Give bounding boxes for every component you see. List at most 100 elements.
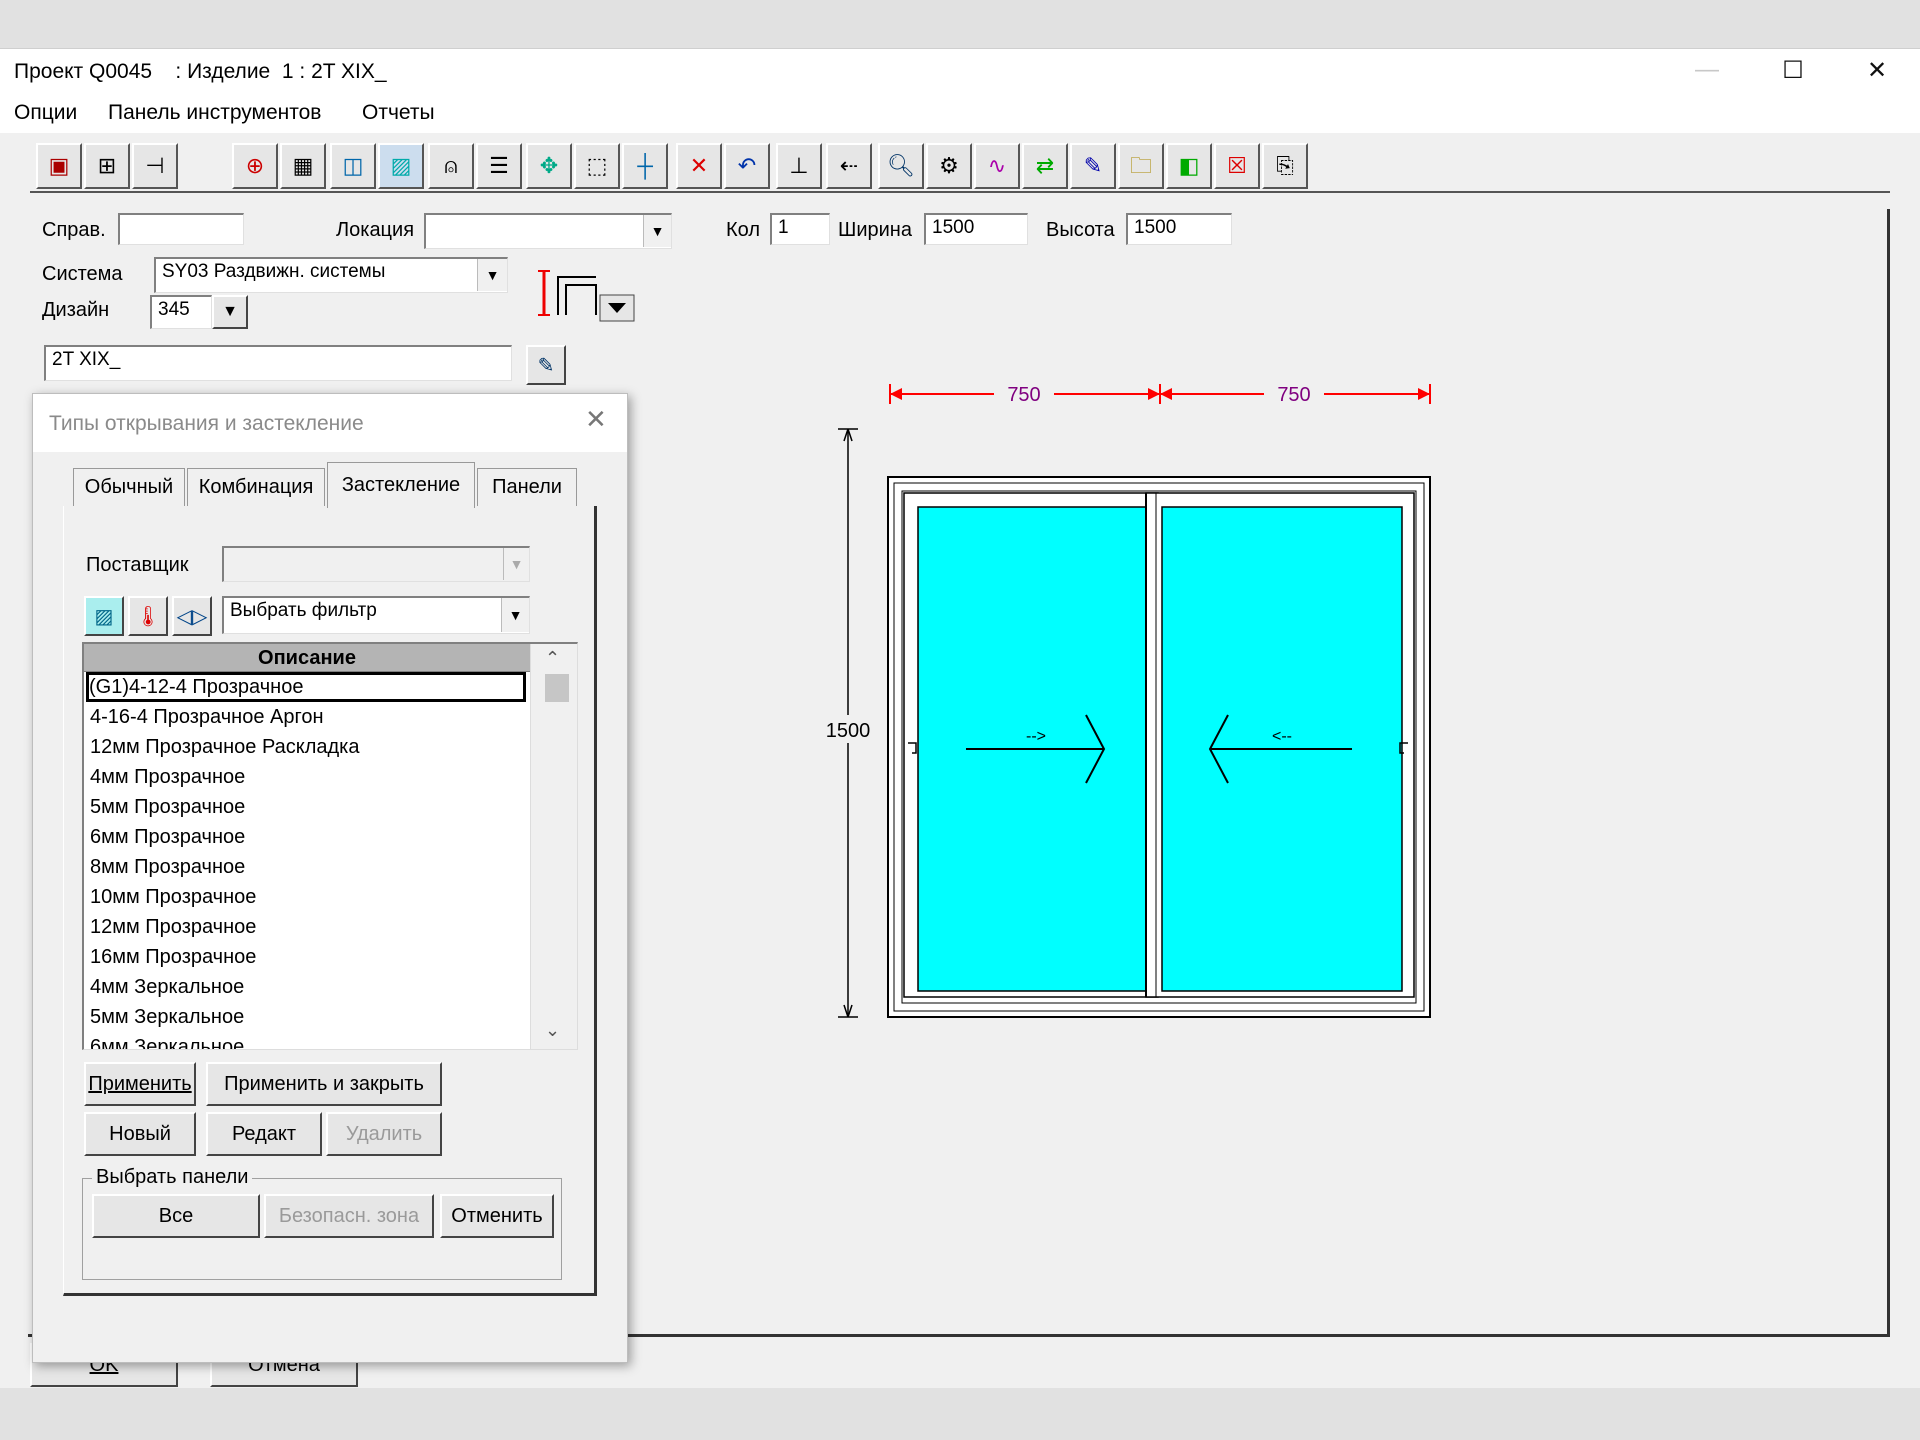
mullion-icon[interactable]: ┼ <box>622 143 668 189</box>
main-window: Проект Q0045 : Изделие 1 : 2T XIX_ — ☐ ✕… <box>0 48 1920 1388</box>
color-icon[interactable]: ∿ <box>974 143 1020 189</box>
ref-input[interactable] <box>118 213 244 245</box>
list-item[interactable]: 10мм Прозрачное <box>90 882 530 912</box>
list-item[interactable]: 5мм Зеркальное <box>90 1002 530 1032</box>
grid-icon[interactable]: ⊞ <box>84 143 130 189</box>
scrollbar-thumb[interactable] <box>545 674 569 702</box>
select-icon[interactable]: ⬚ <box>574 143 620 189</box>
list-item[interactable]: 4мм Прозрачное <box>90 762 530 792</box>
qty-input[interactable]: 1 <box>770 213 830 245</box>
chevron-down-icon[interactable]: ▼ <box>501 598 529 632</box>
close-button[interactable]: ✕ <box>1834 49 1920 91</box>
delete-button[interactable]: Удалить <box>326 1112 442 1156</box>
menu-options[interactable]: Опции <box>14 101 77 125</box>
thermal-filter-icon[interactable]: 🌡︎ <box>128 596 168 636</box>
list-item[interactable]: 4-16-4 Прозрачное Аргон <box>90 702 530 732</box>
zoom-icon[interactable]: 🔍︎ <box>878 143 924 189</box>
edit-button[interactable]: Редакт <box>206 1112 322 1156</box>
add-icon[interactable]: ⊕ <box>232 143 278 189</box>
profile-selector-icon[interactable] <box>532 263 638 323</box>
glazing-list[interactable]: Описание (G1)4-12-4 Прозрачное 4-16-4 Про… <box>82 642 578 1050</box>
width-input[interactable]: 1500 <box>924 213 1028 245</box>
sound-filter-icon[interactable]: ◁▷ <box>172 596 212 636</box>
arrow-left-sash-label: --> <box>1026 728 1046 745</box>
system-label: Система <box>42 263 123 285</box>
settings-icon[interactable]: ⚙ <box>926 143 972 189</box>
tab-glazing[interactable]: Застекление <box>327 462 475 508</box>
height-input[interactable]: 1500 <box>1126 213 1232 245</box>
swap-icon[interactable]: ⇄ <box>1022 143 1068 189</box>
dialog-title: Типы открывания и застекление <box>49 412 364 435</box>
move-icon[interactable]: ✥ <box>526 143 572 189</box>
toolbar-separator <box>30 191 1890 193</box>
safety-zone-button[interactable]: Безопасн. зона <box>264 1194 434 1238</box>
new-button[interactable]: Новый <box>84 1112 196 1156</box>
chevron-down-icon[interactable]: ▼ <box>503 548 529 580</box>
system-dropdown[interactable]: SY03 Раздвижн. системы ▼ <box>154 257 508 293</box>
sash-width-1-label: 750 <box>1007 384 1040 406</box>
list-item[interactable]: 8мм Прозрачное <box>90 852 530 882</box>
window-icon[interactable]: ▣ <box>36 143 82 189</box>
sash-width-2-label: 750 <box>1277 384 1310 406</box>
edit-name-button[interactable]: ✎ <box>526 345 566 385</box>
glass-filter-icon[interactable]: ▨ <box>84 596 124 636</box>
chevron-down-icon[interactable]: ▼ <box>477 259 507 291</box>
list-item[interactable]: 6мм Зеркальное <box>90 1032 530 1049</box>
apply-button[interactable]: Применить <box>84 1062 196 1106</box>
cancel-selection-button[interactable]: Отменить <box>440 1194 554 1238</box>
list-item[interactable]: 5мм Прозрачное <box>90 792 530 822</box>
dimension-icon[interactable]: ⇠ <box>826 143 872 189</box>
chevron-down-icon: ▼ <box>222 303 238 320</box>
pen-icon[interactable]: ✎ <box>1070 143 1116 189</box>
list-item[interactable]: 12мм Прозрачное Раскладка <box>90 732 530 762</box>
menu-reports[interactable]: Отчеты <box>362 101 435 125</box>
design-dropdown-button[interactable]: ▼ <box>212 295 248 329</box>
list-scrollbar[interactable]: ⌃ ⌄ <box>530 644 577 1049</box>
dialog-close-icon[interactable]: ✕ <box>585 404 607 435</box>
item-name-input[interactable]: 2T XIX_ <box>44 345 512 381</box>
list-item[interactable]: 4мм Зеркальное <box>90 972 530 1002</box>
undo-icon[interactable]: ↶ <box>724 143 770 189</box>
measure-icon[interactable]: ⊥ <box>776 143 822 189</box>
tab-panels[interactable]: Панели <box>477 468 577 506</box>
maximize-button[interactable]: ☐ <box>1750 49 1836 91</box>
layout-icon[interactable]: ◧ <box>1166 143 1212 189</box>
supplier-dropdown[interactable]: ▼ <box>222 546 530 582</box>
list-item[interactable]: 6мм Прозрачное <box>90 822 530 852</box>
qty-label: Кол <box>726 219 761 241</box>
select-all-button[interactable]: Все <box>92 1194 260 1238</box>
glazing-tab-panel: Поставщик ▼ ▨ 🌡︎ ◁▷ Выбрать фильтр ▼ Опи… <box>63 506 597 1296</box>
filter-dropdown[interactable]: Выбрать фильтр ▼ <box>222 596 530 634</box>
list-item[interactable]: 16мм Прозрачное <box>90 942 530 972</box>
profile-icon[interactable]: ⊣ <box>132 143 178 189</box>
menu-toolbar[interactable]: Панель инструментов <box>108 101 321 125</box>
apply-close-button[interactable]: Применить и закрыть <box>206 1062 442 1106</box>
list-rows: (G1)4-12-4 Прозрачное 4-16-4 Прозрачное А… <box>84 672 530 1049</box>
split-icon[interactable]: ◫ <box>330 143 376 189</box>
location-label: Локация <box>336 219 415 241</box>
design-label: Дизайн <box>42 299 110 321</box>
list-item[interactable]: 12мм Прозрачное <box>90 912 530 942</box>
glass-icon[interactable]: ▨ <box>378 143 424 189</box>
pattern-icon[interactable]: ▦ <box>280 143 326 189</box>
design-input[interactable]: 345 <box>150 295 212 329</box>
delete-icon[interactable]: ✕ <box>676 143 722 189</box>
cancel-selection-label: Отменить <box>451 1204 543 1227</box>
arrow-right-sash-label: <-- <box>1272 728 1292 745</box>
lock-icon[interactable]: ⍝ <box>428 143 474 189</box>
chevron-down-icon[interactable]: ▼ <box>643 215 671 247</box>
tab-normal[interactable]: Обычный <box>73 468 185 506</box>
chevron-up-icon[interactable]: ⌃ <box>545 648 560 669</box>
report-icon[interactable]: ☒ <box>1214 143 1260 189</box>
list-header-description[interactable]: Описание <box>84 644 530 672</box>
list-icon[interactable]: ☰ <box>476 143 522 189</box>
new-label: Новый <box>109 1122 171 1145</box>
tab-combination[interactable]: Комбинация <box>187 468 325 506</box>
chevron-down-icon[interactable]: ⌄ <box>545 1020 560 1041</box>
apply-label: Применить <box>88 1072 192 1095</box>
minimize-button[interactable]: — <box>1664 49 1750 91</box>
list-item[interactable]: (G1)4-12-4 Прозрачное <box>86 672 526 702</box>
export-icon[interactable]: ⎘ <box>1262 143 1308 189</box>
location-dropdown[interactable]: ▼ <box>424 213 672 249</box>
folder-icon[interactable]: 🗀︎ <box>1118 143 1164 189</box>
